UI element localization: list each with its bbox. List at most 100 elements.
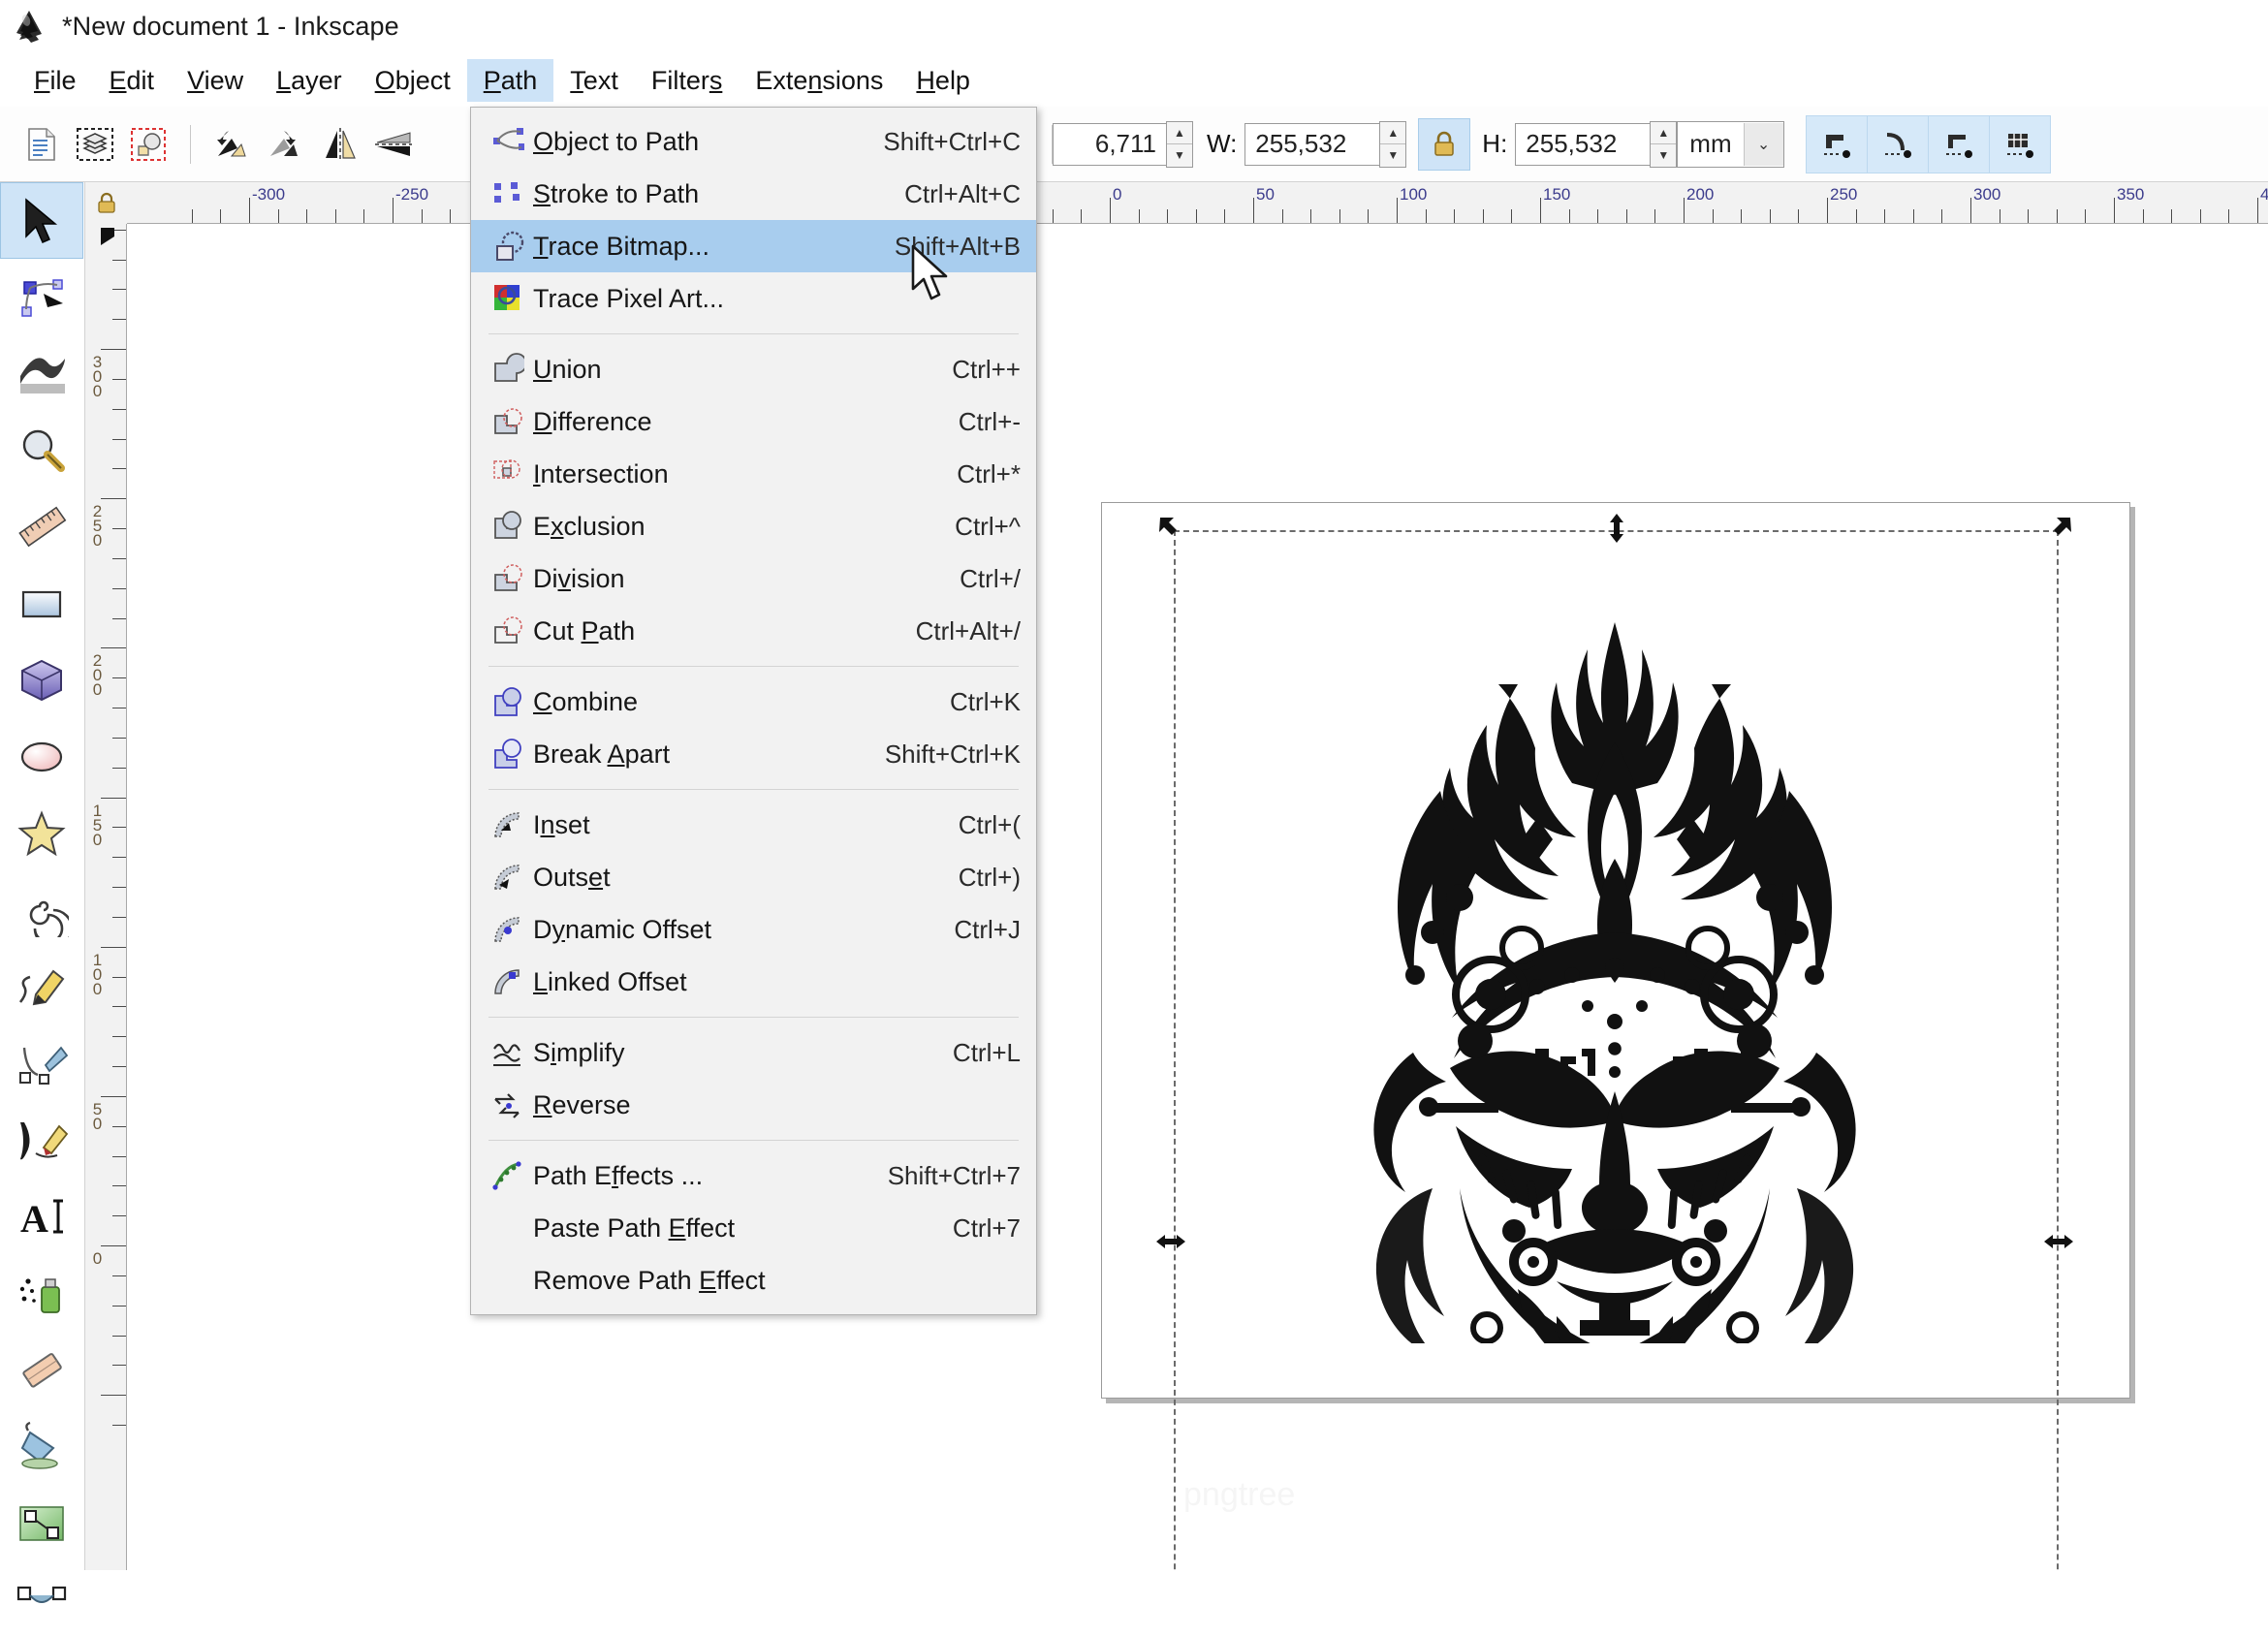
select-all-in-all-layers-icon[interactable] — [68, 117, 122, 172]
menu-item-simplify[interactable]: Simplify Ctrl+L — [471, 1026, 1036, 1079]
star-tool[interactable] — [0, 795, 83, 871]
menu-item-stroke-to-path[interactable]: Stroke to Path Ctrl+Alt+C — [471, 168, 1036, 220]
selection-handle-n[interactable] — [1600, 512, 1633, 545]
ruler-label: 200 — [88, 651, 107, 696]
ruler-tick — [112, 1365, 126, 1367]
ruler-tick — [1081, 209, 1083, 223]
vertical-ruler[interactable]: 0 50 100 150 200 250 300 — [85, 224, 127, 1570]
tweak-tool[interactable] — [0, 335, 83, 412]
menu-file[interactable]: File — [17, 59, 93, 102]
selection-handle-nw[interactable] — [1156, 514, 1189, 547]
menu-item-remove-path-effect[interactable]: Remove Path Effect — [471, 1254, 1036, 1306]
measure-tool[interactable] — [0, 488, 83, 565]
menu-item-reverse[interactable]: Reverse — [471, 1079, 1036, 1131]
width-spinner[interactable]: ▲ ▼ — [1379, 120, 1407, 168]
snap-page-border-icon[interactable] — [1989, 115, 2050, 173]
spray-tool[interactable] — [0, 1254, 83, 1331]
gradient-tool[interactable] — [0, 1484, 83, 1560]
flip-vertical-icon[interactable] — [367, 117, 422, 172]
menu-layer[interactable]: Layer — [260, 59, 359, 102]
eraser-tool[interactable] — [0, 1331, 83, 1407]
menu-item-path-effects[interactable]: Path Effects ... Shift+Ctrl+7 — [471, 1149, 1036, 1202]
menu-view[interactable]: View — [171, 59, 260, 102]
ruler-tick — [1425, 209, 1427, 223]
unit-select[interactable]: mm ⌄ — [1677, 120, 1784, 168]
menu-extensions[interactable]: Extensions — [739, 59, 899, 102]
ruler-tick — [1941, 209, 1943, 223]
menu-item-break-apart[interactable]: Break Apart Shift+Ctrl+K — [471, 728, 1036, 780]
node-tool[interactable] — [0, 259, 83, 335]
menu-help[interactable]: Help — [899, 59, 987, 102]
snap-path-icon[interactable] — [1867, 115, 1929, 173]
rotate-cw-icon[interactable] — [259, 117, 313, 172]
width-field[interactable]: 255,532 — [1244, 122, 1381, 166]
height-field[interactable]: 255,532 — [1515, 122, 1652, 166]
menu-item-inset[interactable]: Inset Ctrl+( — [471, 799, 1036, 851]
ellipse-tool[interactable] — [0, 718, 83, 795]
ruler-tick — [1397, 198, 1398, 223]
new-document-icon[interactable] — [14, 117, 68, 172]
menu-edit[interactable]: Edit — [93, 59, 172, 102]
menu-item-exclusion[interactable]: Exclusion Ctrl+^ — [471, 500, 1036, 552]
menu-item-shortcut: Ctrl+Alt+/ — [915, 615, 1021, 645]
menu-item-union[interactable]: Union Ctrl++ — [471, 343, 1036, 395]
menu-item-linked-offset[interactable]: Linked Offset — [471, 956, 1036, 1008]
menu-item-difference[interactable]: Difference Ctrl+- — [471, 395, 1036, 448]
bezier-tool[interactable] — [0, 1024, 83, 1101]
text-tool[interactable]: A — [0, 1178, 83, 1254]
x-spinner[interactable]: ▲ ▼ — [1166, 120, 1193, 168]
ruler-tick — [112, 1185, 126, 1187]
selector-tool[interactable] — [0, 182, 83, 259]
menu-item-combine[interactable]: Combine Ctrl+K — [471, 676, 1036, 728]
menu-item-dynamic-offset[interactable]: Dynamic Offset Ctrl+J — [471, 903, 1036, 956]
3dbox-tool[interactable] — [0, 642, 83, 718]
ruler-tick — [1224, 209, 1226, 223]
lock-aspect-ratio-button[interactable] — [1418, 117, 1471, 171]
snap-controls-group — [1805, 114, 2051, 173]
ruler-tick — [112, 1006, 126, 1008]
ruler-tick — [1368, 209, 1370, 223]
menu-object[interactable]: Object — [359, 59, 467, 102]
menu-item-object-to-path[interactable]: Object to Path Shift+Ctrl+C — [471, 115, 1036, 168]
deselect-icon[interactable] — [122, 117, 176, 172]
menu-item-outset[interactable]: Outset Ctrl+) — [471, 851, 1036, 903]
flip-horizontal-icon[interactable] — [313, 117, 367, 172]
ruler-tick — [112, 468, 126, 470]
ruler-tick — [101, 1245, 126, 1246]
no-icon — [485, 1261, 529, 1300]
ruler-tick — [2171, 209, 2173, 223]
rotate-ccw-icon[interactable] — [205, 117, 259, 172]
menu-filters[interactable]: Filters — [635, 59, 740, 102]
pencil-tool[interactable] — [0, 948, 83, 1024]
menu-item-paste-path-effect[interactable]: Paste Path Effect Ctrl+7 — [471, 1202, 1036, 1254]
menu-item-division[interactable]: Division Ctrl+/ — [471, 552, 1036, 605]
menu-item-shortcut: Ctrl+Alt+C — [904, 178, 1021, 208]
ruler-corner-lock-button[interactable] — [85, 182, 127, 224]
ruler-tick — [1855, 209, 1857, 223]
horizontal-ruler[interactable]: -300-250-200-150-100-5005010015020025030… — [85, 182, 2268, 224]
menu-item-label: Outset — [533, 862, 611, 892]
break-apart-icon — [485, 735, 529, 773]
tweak-wave-icon — [20, 357, 65, 394]
height-spinner[interactable]: ▲ ▼ — [1650, 120, 1678, 168]
menu-item-intersection[interactable]: Intersection Ctrl+* — [471, 448, 1036, 500]
spiral-tool[interactable] — [0, 871, 83, 948]
menu-path[interactable]: Path — [466, 58, 554, 102]
connector-tool[interactable] — [0, 1560, 83, 1637]
snap-bounding-box-corner-icon[interactable] — [1806, 115, 1868, 173]
x-coordinate-field[interactable]: 6,711 — [1053, 122, 1167, 166]
menu-item-label: Path Effects ... — [533, 1160, 704, 1190]
menu-text[interactable]: Text — [553, 59, 635, 102]
spiral-icon — [29, 900, 69, 937]
calligraphy-tool[interactable] — [0, 1101, 83, 1178]
selection-handle-w[interactable] — [1154, 1225, 1187, 1258]
paint-bucket-tool[interactable] — [0, 1407, 83, 1484]
drawing-canvas[interactable]: pngtree — [127, 224, 2268, 1570]
selection-handle-e[interactable] — [2042, 1225, 2075, 1258]
zoom-tool[interactable] — [0, 412, 83, 488]
menu-item-cut-path[interactable]: Cut Path Ctrl+Alt+/ — [471, 605, 1036, 657]
snap-node-icon[interactable] — [1928, 115, 1990, 173]
rectangle-tool[interactable] — [0, 565, 83, 642]
selection-handle-ne[interactable] — [2041, 514, 2074, 547]
mouse-cursor — [911, 244, 948, 300]
